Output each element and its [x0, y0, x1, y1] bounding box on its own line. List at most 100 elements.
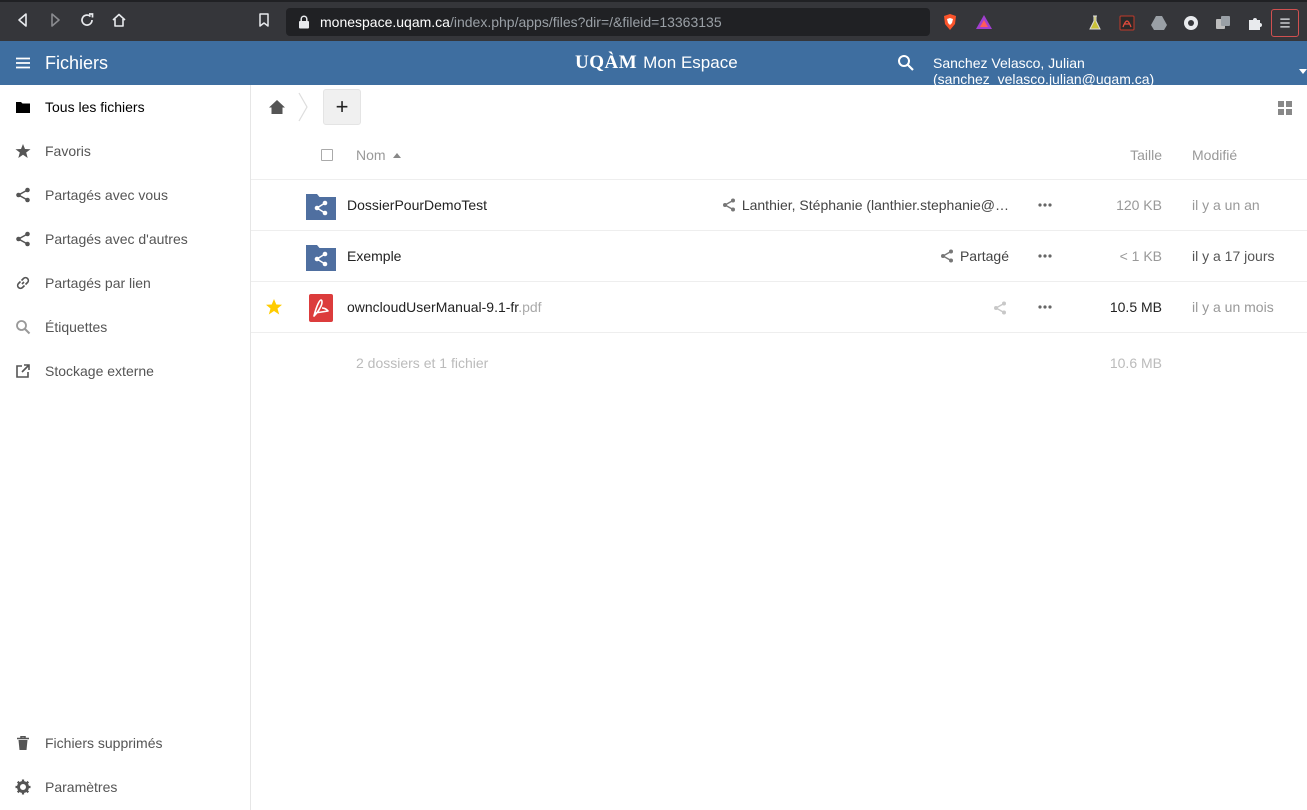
sidebar-item-label: Favoris — [45, 143, 91, 159]
circle-extension-icon[interactable] — [1175, 7, 1207, 39]
share-icon — [15, 231, 31, 247]
controls-bar: + — [251, 85, 1307, 129]
file-extension: .pdf — [518, 299, 542, 315]
file-list-panel: + Nom Taille Modifié DossierPourDemoTest… — [251, 85, 1307, 810]
file-modified: il y a un an — [1192, 197, 1260, 213]
gear-icon — [15, 779, 31, 795]
grid-view-icon[interactable] — [1278, 101, 1292, 115]
share-icon — [940, 249, 953, 263]
sidebar-item-settings[interactable]: Paramètres — [0, 765, 250, 809]
copy-extension-icon[interactable] — [1207, 7, 1239, 39]
sort-ascending-icon — [392, 152, 401, 158]
sidebar-item-external-storage[interactable]: Stockage externe — [0, 349, 250, 393]
sidebar-item-shared-with-you[interactable]: Partagés avec vous — [0, 173, 250, 217]
sidebar-item-shared-by-link[interactable]: Partagés par lien — [0, 261, 250, 305]
sidebar-item-tags[interactable]: Étiquettes — [0, 305, 250, 349]
file-size: 120 KB — [1116, 197, 1162, 213]
column-name-header[interactable]: Nom — [356, 147, 401, 163]
sidebar-item-label: Stockage externe — [45, 363, 154, 379]
more-actions-icon[interactable] — [1038, 304, 1052, 310]
file-name[interactable]: DossierPourDemoTest — [347, 197, 487, 213]
caret-down-icon — [1299, 68, 1307, 74]
sidebar-item-label: Paramètres — [45, 779, 118, 795]
hamburger-menu-icon[interactable] — [0, 41, 45, 85]
lock-icon — [299, 15, 309, 29]
external-link-icon — [15, 363, 31, 379]
brave-rewards-icon[interactable] — [968, 6, 1000, 38]
user-menu[interactable]: Sanchez Velasco, Julian (sanchez_velasco… — [933, 55, 1307, 87]
star-icon — [15, 143, 31, 159]
share-icon — [15, 187, 31, 203]
sidebar-item-label: Partagés avec vous — [45, 187, 168, 203]
share-owner[interactable]: Lanthier, Stéphanie (lanthier.stephanie@… — [722, 197, 1009, 213]
sidebar-item-label: Étiquettes — [45, 319, 108, 335]
brand: UQÀM Mon Espace — [575, 52, 738, 74]
file-summary: 2 dossiers et 1 fichier 10.6 MB — [251, 349, 1307, 379]
url-host: monespace.uqam.ca — [320, 14, 450, 30]
share-label: Lanthier, Stéphanie (lanthier.stephanie@… — [741, 197, 1009, 213]
file-list-header: Nom Taille Modifié — [251, 135, 1307, 180]
search-icon[interactable] — [897, 54, 915, 72]
flask-extension-icon[interactable] — [1079, 7, 1111, 39]
drive-extension-icon[interactable] — [1143, 7, 1175, 39]
sidebar-item-label: Fichiers supprimés — [45, 735, 163, 751]
app-header: Fichiers UQÀM Mon Espace Sanchez Velasco… — [0, 41, 1307, 87]
browser-toolbar: monespace.uqam.ca/index.php/apps/files?d… — [0, 0, 1307, 41]
search-icon — [15, 319, 31, 335]
select-all-checkbox[interactable] — [321, 149, 333, 161]
bookmark-icon[interactable] — [248, 4, 280, 36]
back-icon[interactable] — [7, 4, 39, 36]
file-modified: il y a 17 jours — [1192, 248, 1275, 264]
share-icon[interactable] — [993, 301, 1007, 315]
share-icon — [722, 198, 735, 212]
more-actions-icon[interactable] — [1038, 253, 1052, 259]
shared-folder-icon — [306, 245, 336, 271]
url-path: /index.php/apps/files?dir=/&fileid=13363… — [449, 14, 722, 30]
table-row[interactable]: DossierPourDemoTest Lanthier, Stéphanie … — [251, 180, 1307, 231]
user-name: Sanchez Velasco, Julian (sanchez_velasco… — [933, 55, 1155, 87]
app-title[interactable]: Fichiers — [45, 53, 108, 74]
puzzle-extensions-icon[interactable] — [1239, 7, 1271, 39]
address-bar[interactable]: monespace.uqam.ca/index.php/apps/files?d… — [286, 8, 930, 36]
brave-shield-icon[interactable] — [934, 6, 966, 38]
sidebar-item-deleted-files[interactable]: Fichiers supprimés — [0, 721, 250, 765]
file-basename: owncloudUserManual-9.1-fr — [347, 299, 519, 315]
sidebar-item-label: Tous les fichiers — [45, 99, 145, 115]
column-modified-header[interactable]: Modifié — [1192, 147, 1237, 163]
share-status[interactable]: Partagé — [940, 248, 1009, 264]
link-icon — [15, 275, 31, 291]
trash-icon — [15, 735, 31, 751]
share-label: Partagé — [959, 248, 1009, 264]
table-row[interactable]: owncloudUserManual-9.1-fr.pdf 10.5 MB il… — [251, 282, 1307, 333]
pdf-file-icon — [309, 294, 333, 322]
favorite-star-icon[interactable] — [265, 298, 283, 316]
sidebar-item-label: Partagés par lien — [45, 275, 151, 291]
column-name-label: Nom — [356, 147, 386, 163]
column-size-header[interactable]: Taille — [1130, 147, 1162, 163]
summary-count: 2 dossiers et 1 fichier — [356, 355, 489, 371]
forward-icon[interactable] — [39, 4, 71, 36]
reload-icon[interactable] — [71, 4, 103, 36]
shared-folder-icon — [306, 194, 336, 220]
file-name[interactable]: owncloudUserManual-9.1-fr.pdf — [347, 299, 542, 315]
summary-size: 10.6 MB — [1109, 355, 1162, 371]
file-name[interactable]: Exemple — [347, 248, 401, 264]
brand-name: Mon Espace — [643, 53, 738, 72]
new-file-button[interactable]: + — [323, 89, 361, 125]
home-icon[interactable] — [268, 98, 286, 116]
sidebar-item-all-files[interactable]: Tous les fichiers — [0, 85, 250, 129]
file-size: < 1 KB — [1119, 248, 1162, 264]
browser-menu-icon[interactable] — [1271, 8, 1299, 37]
pdf-extension-icon[interactable] — [1111, 7, 1143, 39]
uqam-logo: UQÀM — [575, 52, 638, 73]
sidebar-item-shared-with-others[interactable]: Partagés avec d'autres — [0, 217, 250, 261]
table-row[interactable]: Exemple Partagé < 1 KB il y a 17 jours — [251, 231, 1307, 282]
sidebar: Tous les fichiers Favoris Partagés avec … — [0, 85, 251, 810]
sidebar-item-favorites[interactable]: Favoris — [0, 129, 250, 173]
home-icon[interactable] — [103, 4, 135, 36]
file-modified: il y a un mois — [1192, 299, 1274, 315]
more-actions-icon[interactable] — [1038, 202, 1052, 208]
sidebar-item-label: Partagés avec d'autres — [45, 231, 188, 247]
file-size: 10.5 MB — [1109, 299, 1162, 315]
breadcrumb-separator — [298, 92, 308, 122]
